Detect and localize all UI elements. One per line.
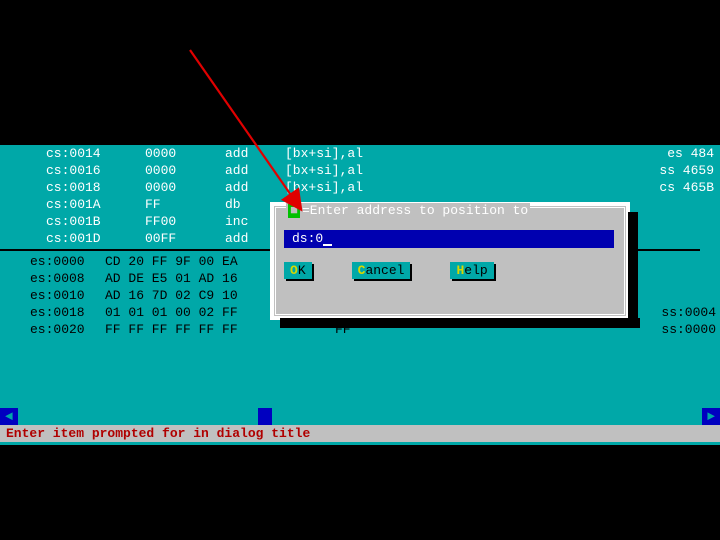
reg-cs: cs 465B	[659, 179, 720, 196]
scroll-track[interactable]	[18, 408, 702, 425]
dialog-shadow-bottom	[280, 318, 640, 328]
scroll-right-icon[interactable]: ►	[702, 408, 720, 425]
dialog-button-row: OK Cancel Help	[284, 262, 494, 279]
mnemonic: add	[225, 145, 285, 162]
address-input-value: ds:0	[292, 231, 323, 246]
disasm-row: cs:0014 0000 add [bx+si],al es 484	[0, 145, 720, 162]
disasm-row: cs:0016 0000 add [bx+si],al ss 4659	[0, 162, 720, 179]
text-cursor-icon	[323, 244, 332, 246]
dialog-title: ■ =Enter address to position to	[286, 203, 530, 218]
operands: [bx+si],al	[285, 145, 667, 162]
dialog-shadow-right	[628, 212, 638, 324]
close-icon[interactable]: ■	[288, 204, 300, 218]
ok-button[interactable]: OK	[284, 262, 312, 279]
cancel-button[interactable]: Cancel	[352, 262, 411, 279]
address-input[interactable]: ds:0	[284, 230, 614, 248]
dialog-title-text: =Enter address to position to	[302, 203, 528, 218]
horizontal-scrollbar[interactable]: ◄ ►	[0, 408, 720, 425]
help-button[interactable]: Help	[450, 262, 493, 279]
bytes: 0000	[145, 145, 225, 162]
addr: cs:0014	[0, 145, 145, 162]
reg-ss: ss 4659	[659, 162, 720, 179]
goto-address-dialog: ■ =Enter address to position to ds:0 OK …	[270, 202, 630, 320]
dialog-frame	[275, 207, 625, 315]
scroll-left-icon[interactable]: ◄	[0, 408, 18, 425]
status-bar: Enter item prompted for in dialog title	[0, 425, 720, 442]
disasm-row: cs:0018 0000 add [bx+si],al cs 465B	[0, 179, 720, 196]
reg-es: es 484	[667, 145, 720, 162]
scroll-thumb[interactable]	[258, 408, 272, 425]
